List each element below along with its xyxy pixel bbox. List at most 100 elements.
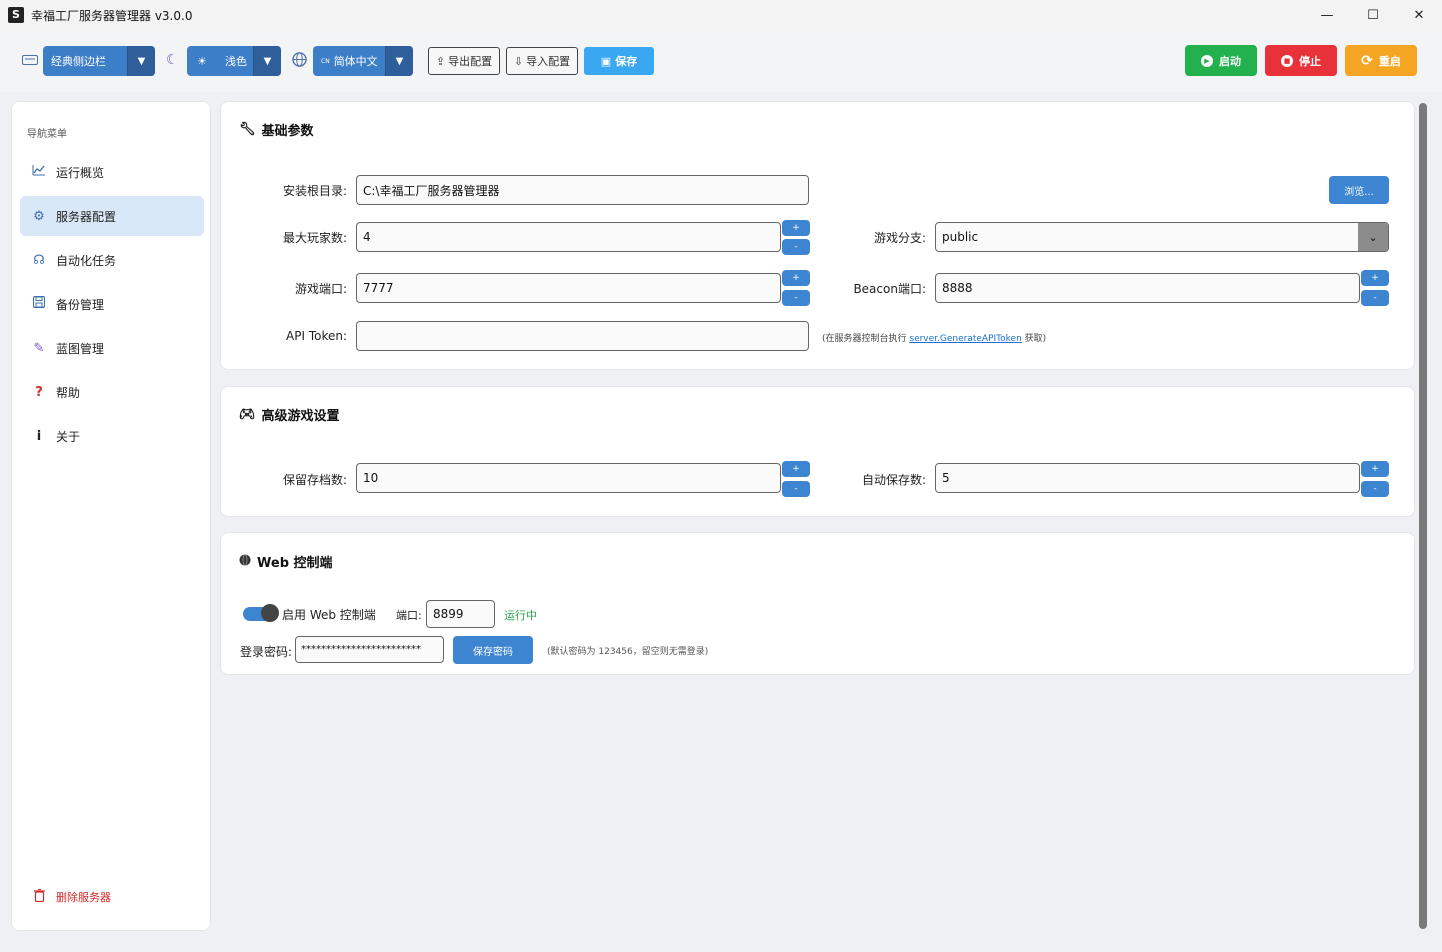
- beacon-port-increment-button[interactable]: +: [1361, 270, 1389, 286]
- theme-combo[interactable]: ☀ 浅色 ▼: [187, 46, 281, 76]
- sidebar-item-label: 运行概览: [56, 165, 105, 180]
- sidebar-item-server-config[interactable]: ⚙ 服务器配置: [20, 196, 204, 236]
- moon-icon: ☾: [166, 52, 179, 68]
- gear-icon: ⚙: [33, 208, 45, 224]
- chevron-down-icon: ⌄: [1358, 223, 1388, 251]
- start-label: 启动: [1219, 54, 1241, 68]
- vertical-scrollbar[interactable]: [1419, 103, 1427, 929]
- restart-label: 重启: [1378, 54, 1401, 68]
- sidebar-item-overview[interactable]: 运行概览: [20, 152, 204, 192]
- sidebar-item-backup[interactable]: 备份管理: [20, 284, 204, 324]
- wrench-icon: 🔧︎: [239, 122, 256, 137]
- web-console-enable-label: 启用 Web 控制端: [282, 608, 376, 622]
- autosave-increment-button[interactable]: +: [1361, 461, 1389, 477]
- close-button[interactable]: ✕: [1396, 0, 1442, 30]
- web-console-title-text: Web 控制端: [257, 556, 333, 571]
- keep-saves-increment-button[interactable]: +: [782, 461, 810, 477]
- beacon-port-decrement-button[interactable]: -: [1361, 290, 1389, 306]
- basic-params-card: 🔧︎ 基础参数 安装根目录: C:\幸福工厂服务器管理器 浏览... 最大玩家数…: [220, 101, 1415, 370]
- sidebar-item-label: 关于: [56, 429, 81, 444]
- layout-combo[interactable]: 经典侧边栏 ▼: [43, 46, 155, 76]
- app-logo-icon: S: [8, 7, 24, 23]
- web-status-badge: 运行中: [504, 609, 537, 622]
- language-combo[interactable]: CN 简体中文 ▼: [313, 46, 413, 76]
- stop-button[interactable]: ■ 停止: [1265, 45, 1337, 76]
- robot-icon: ☊: [33, 252, 45, 268]
- toolbar: 经典侧边栏 ▼ ☾ ☀ 浅色 ▼ CN 简体中文 ▼ ⇪ 导出配置 ⇩ 导入配置…: [0, 30, 1442, 92]
- sidebar-item-label: 备份管理: [56, 297, 105, 312]
- game-port-increment-button[interactable]: +: [782, 270, 810, 286]
- delete-server-button[interactable]: 删除服务器: [20, 882, 111, 912]
- sidebar-item-about[interactable]: i 关于: [20, 416, 204, 456]
- window-title: 幸福工厂服务器管理器 v3.0.0: [31, 8, 193, 23]
- sidebar-title: 导航菜单: [27, 129, 67, 140]
- chevron-down-icon: ▼: [127, 46, 155, 76]
- game-port-input[interactable]: 7777: [356, 273, 781, 303]
- sidebar-item-automation[interactable]: ☊ 自动化任务: [20, 240, 204, 280]
- export-icon: ⇪: [435, 54, 446, 68]
- branch-select[interactable]: public ⌄: [935, 222, 1389, 252]
- beacon-port-label: Beacon端口:: [853, 282, 926, 296]
- login-password-label: 登录密码:: [240, 645, 293, 659]
- max-players-input[interactable]: 4: [356, 222, 781, 252]
- layout-combo-value: 经典侧边栏: [51, 55, 106, 68]
- beacon-port-input[interactable]: 8888: [935, 273, 1360, 303]
- title-bar: S 幸福工厂服务器管理器 v3.0.0 — ☐ ✕: [0, 0, 1442, 30]
- keep-saves-decrement-button[interactable]: -: [782, 481, 810, 497]
- api-token-hint-suffix: 获取): [1021, 334, 1047, 344]
- game-port-decrement-button[interactable]: -: [782, 290, 810, 306]
- web-console-title: Web 控制端: [239, 552, 333, 571]
- wrench-icon: ✎: [33, 340, 45, 356]
- max-players-increment-button[interactable]: +: [782, 220, 810, 236]
- autosave-label: 自动保存数:: [861, 473, 926, 487]
- maximize-button[interactable]: ☐: [1350, 0, 1396, 30]
- import-config-button[interactable]: ⇩ 导入配置: [506, 47, 578, 75]
- sidebar-item-help[interactable]: ? 帮助: [20, 372, 204, 412]
- delete-server-label: 删除服务器: [56, 891, 111, 904]
- globe-icon: [292, 52, 307, 71]
- refresh-icon: ⟳: [1361, 52, 1373, 69]
- keep-saves-input[interactable]: 10: [356, 463, 781, 493]
- autosave-input[interactable]: 5: [935, 463, 1360, 493]
- floppy-icon: ▣: [600, 54, 612, 68]
- sidebar-item-label: 自动化任务: [56, 253, 117, 268]
- api-token-input[interactable]: [356, 321, 809, 351]
- sidebar-item-label: 蓝图管理: [56, 341, 105, 356]
- sidebar-item-label: 帮助: [56, 385, 81, 400]
- advanced-settings-title: 🎮︎ 高级游戏设置: [239, 405, 340, 424]
- api-token-hint-link[interactable]: server.GenerateAPIToken: [909, 334, 1021, 344]
- install-dir-input[interactable]: C:\幸福工厂服务器管理器: [356, 175, 809, 205]
- toggle-knob: [261, 604, 279, 622]
- save-button[interactable]: ▣ 保存: [584, 47, 654, 75]
- flag-cn-icon: CN: [321, 57, 330, 65]
- chart-icon: [30, 164, 48, 180]
- save-password-button[interactable]: 保存密码: [453, 636, 533, 664]
- main-content: 🔧︎ 基础参数 安装根目录: C:\幸福工厂服务器管理器 浏览... 最大玩家数…: [220, 101, 1415, 941]
- web-port-label: 端口:: [396, 609, 422, 622]
- login-password-input[interactable]: ************************: [295, 636, 444, 663]
- api-token-hint-prefix: (在服务器控制台执行: [822, 334, 910, 344]
- chevron-down-icon: ▼: [385, 46, 413, 76]
- restart-button[interactable]: ⟳ 重启: [1345, 45, 1417, 76]
- api-token-hint: (在服务器控制台执行 server.GenerateAPIToken 获取): [822, 331, 1046, 344]
- sidebar-item-blueprint[interactable]: ✎ 蓝图管理: [20, 328, 204, 368]
- web-console-toggle[interactable]: [243, 604, 279, 622]
- language-combo-value: 简体中文: [333, 55, 378, 68]
- web-port-input[interactable]: 8899: [426, 600, 495, 628]
- game-port-label: 游戏端口:: [294, 282, 347, 296]
- minimize-button[interactable]: —: [1304, 0, 1350, 30]
- save-label: 保存: [615, 55, 638, 68]
- keep-saves-label: 保留存档数:: [282, 473, 347, 487]
- sidebar: 导航菜单 运行概览 ⚙ 服务器配置 ☊ 自动化任务 备份管理 ✎ 蓝图管理 ? …: [11, 101, 211, 931]
- export-config-button[interactable]: ⇪ 导出配置: [428, 47, 500, 75]
- basic-params-title-text: 基础参数: [261, 124, 314, 139]
- basic-params-title: 🔧︎ 基础参数: [239, 120, 314, 139]
- autosave-decrement-button[interactable]: -: [1361, 481, 1389, 497]
- gamepad-icon: 🎮︎: [239, 407, 256, 422]
- stop-icon: ■: [1281, 54, 1293, 67]
- play-icon: ▶: [1201, 54, 1213, 67]
- password-hint: (默认密码为 123456，留空则无需登录): [547, 647, 709, 657]
- start-button[interactable]: ▶ 启动: [1185, 45, 1257, 76]
- max-players-decrement-button[interactable]: -: [782, 239, 810, 255]
- browse-button[interactable]: 浏览...: [1329, 176, 1389, 204]
